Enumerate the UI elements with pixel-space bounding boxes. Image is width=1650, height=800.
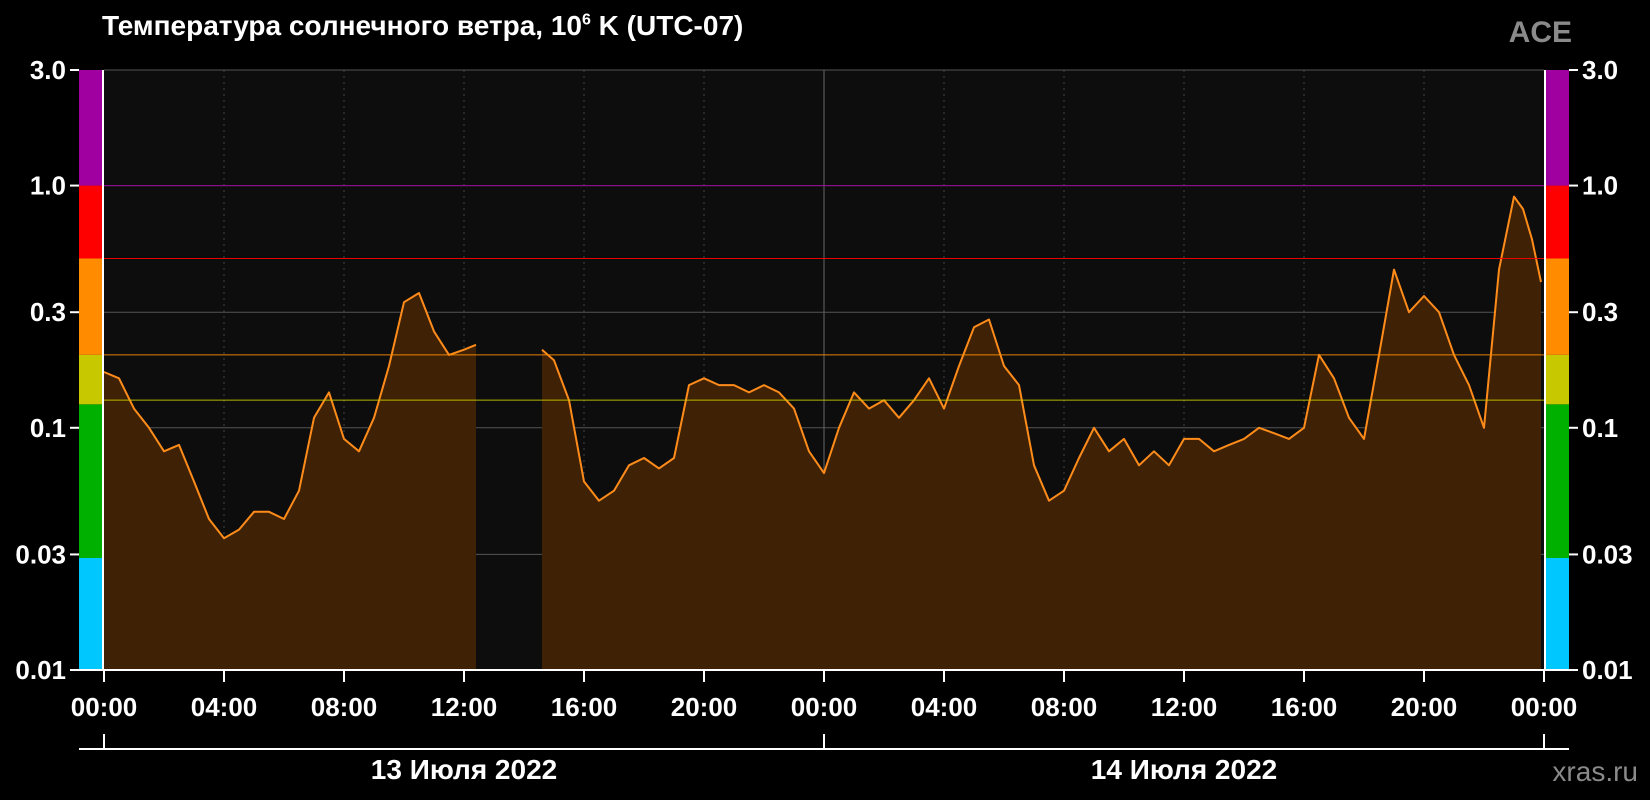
date-label-0: 13 Июля 2022 — [371, 754, 557, 785]
chart-title-exponent: 6 — [582, 11, 591, 29]
y-tick-label-right-5: 0.01 — [1582, 655, 1633, 685]
chart-title-main: Температура солнечного ветра, 10 — [102, 10, 582, 41]
date-label-1: 14 Июля 2022 — [1091, 754, 1277, 785]
x-tick-label-0: 00:00 — [71, 692, 138, 722]
scale-band-left-4 — [79, 185, 103, 259]
x-tick-label-11: 20:00 — [1391, 692, 1458, 722]
scale-band-left-5 — [79, 70, 103, 186]
y-tick-label-right-4: 0.03 — [1582, 539, 1633, 569]
scale-band-left-0 — [79, 557, 103, 670]
y-tick-label-right-1: 1.0 — [1582, 171, 1618, 201]
y-tick-label-left-5: 0.01 — [15, 655, 66, 685]
chart-title-tail: K (UTC-07) — [590, 10, 744, 41]
scale-band-right-5 — [1545, 70, 1569, 186]
scale-band-left-3 — [79, 258, 103, 355]
chart-title: Температура солнечного ветра, 106 K (UTC… — [102, 10, 743, 42]
y-tick-label-left-3: 0.1 — [30, 413, 66, 443]
left-scale-bands — [79, 70, 103, 670]
data-source-label: ACE — [1508, 16, 1572, 49]
x-tick-label-4: 16:00 — [551, 692, 618, 722]
scale-band-right-3 — [1545, 258, 1569, 355]
x-axis: 00:00 04:00 08:00 12:00 16:00 20:00 00:00 04:00… — [71, 669, 1578, 722]
x-tick-label-10: 16:00 — [1271, 692, 1338, 722]
y-tick-label-left-0: 3.0 — [30, 55, 66, 85]
x-tick-label-8: 08:00 — [1031, 692, 1098, 722]
x-tick-label-7: 04:00 — [911, 692, 978, 722]
scale-band-left-1 — [79, 404, 103, 558]
scale-band-right-1 — [1545, 404, 1569, 558]
x-tick-label-5: 20:00 — [671, 692, 738, 722]
right-scale-bands — [1545, 70, 1569, 670]
x-tick-label-6: 00:00 — [791, 692, 858, 722]
y-tick-label-left-4: 0.03 — [15, 539, 66, 569]
y-tick-label-right-2: 0.3 — [1582, 297, 1618, 327]
y-tick-label-left-2: 0.3 — [30, 297, 66, 327]
x-tick-label-9: 12:00 — [1151, 692, 1218, 722]
x-tick-label-2: 08:00 — [311, 692, 378, 722]
y-tick-label-right-0: 3.0 — [1582, 55, 1618, 85]
y-tick-label-left-1: 1.0 — [30, 171, 66, 201]
site-watermark: xras.ru — [1552, 756, 1638, 787]
scale-band-left-2 — [79, 354, 103, 405]
x-tick-label-3: 12:00 — [431, 692, 498, 722]
date-axis: 13 Июля 2022 14 Июля 2022 — [79, 734, 1569, 785]
y-tick-label-right-3: 0.1 — [1582, 413, 1618, 443]
x-tick-label-1: 04:00 — [191, 692, 258, 722]
x-tick-label-12: 00:00 — [1511, 692, 1578, 722]
scale-band-right-0 — [1545, 557, 1569, 670]
scale-band-right-2 — [1545, 354, 1569, 405]
scale-band-right-4 — [1545, 185, 1569, 259]
solar-wind-temperature-chart: 3.0 1.0 0.3 0.1 0.03 0.01 3.0 1.0 0.3 0.1 0.03 0.0… — [15, 55, 1633, 785]
